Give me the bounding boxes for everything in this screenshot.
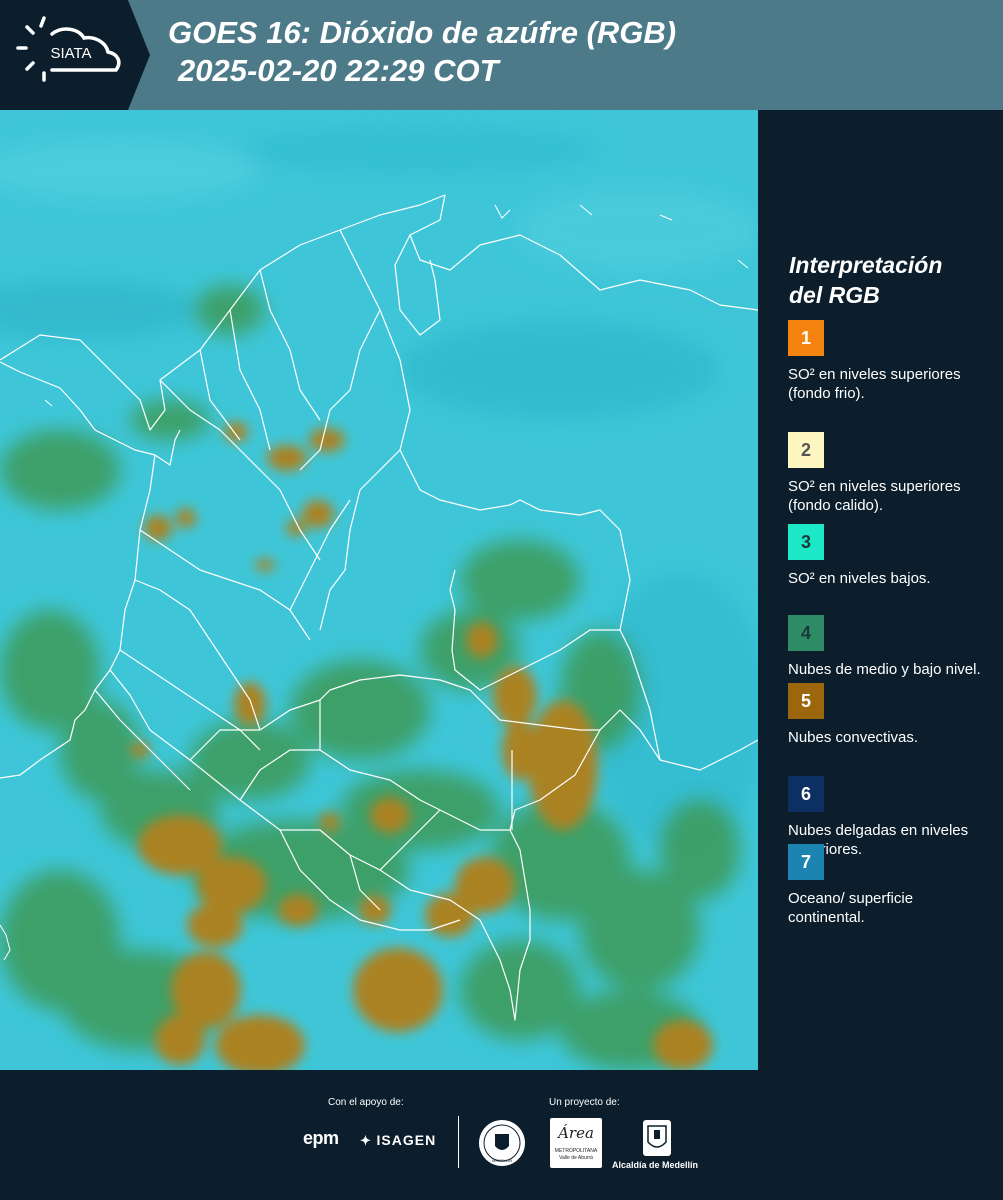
- legend-item: 4 Nubes de medio y bajo nivel.: [788, 615, 988, 679]
- legend-label: SO² en niveles superiores (fondo frio).: [788, 366, 961, 402]
- legend-swatch-3: 3: [788, 524, 824, 560]
- legend-swatch-6: 6: [788, 776, 824, 812]
- legend-swatch-1: 1: [788, 320, 824, 356]
- legend-panel: Interpretación del RGB 1 SO² en niveles s…: [760, 110, 1003, 1070]
- header-bar: SIATA GOES 16: Dióxido de azúfre (RGB) 2…: [0, 0, 1003, 110]
- legend-item: 7 Oceano/ superficie continental.: [788, 844, 988, 927]
- legend-title-line2: del RGB: [789, 282, 880, 308]
- legend-title: Interpretación del RGB: [789, 250, 942, 310]
- area-logo-name: Área: [558, 1124, 594, 1142]
- isagen-icon: ✦: [360, 1133, 377, 1148]
- title-product: GOES 16: Dióxido de azúfre (RGB): [168, 15, 677, 50]
- page-title: GOES 16: Dióxido de azúfre (RGB) 2025-02…: [168, 14, 676, 90]
- project-label: Un proyecto de:: [549, 1097, 620, 1108]
- legend-swatch-2: 2: [788, 432, 824, 468]
- legend-label: Nubes de medio y bajo nivel.: [788, 661, 981, 678]
- legend-item: 1 SO² en niveles superiores (fondo frio).: [788, 320, 988, 403]
- footer-divider: [458, 1116, 459, 1168]
- legend-title-line1: Interpretación: [789, 252, 943, 278]
- legend-swatch-4: 4: [788, 615, 824, 651]
- medellin-seal-logo: MEDELLIN: [478, 1118, 526, 1173]
- area-sub-line2: Valle de Aburrá: [559, 1155, 593, 1161]
- legend-label: SO² en niveles superiores (fondo calido)…: [788, 478, 961, 514]
- siata-logo: SIATA: [0, 0, 150, 110]
- legend-swatch-5: 5: [788, 683, 824, 719]
- legend-swatch-7: 7: [788, 844, 824, 880]
- footer: Con el apoyo de: Un proyecto de: epm ✦ I…: [0, 1070, 1003, 1200]
- epm-logo: epm: [303, 1128, 339, 1148]
- area-metropolitana-logo: Área METROPOLITANA Valle de Aburrá: [550, 1118, 602, 1168]
- isagen-text: ISAGEN: [376, 1132, 437, 1148]
- legend-item: 2 SO² en niveles superiores (fondo calido…: [788, 432, 988, 515]
- legend-label: SO² en niveles bajos.: [788, 570, 931, 587]
- alcaldia-shield-icon: [643, 1120, 671, 1156]
- legend-label: Nubes convectivas.: [788, 729, 919, 746]
- legend-label: Oceano/ superficie continental.: [788, 890, 914, 926]
- siata-logo-text: SIATA: [50, 45, 91, 62]
- legend-item: 3 SO² en niveles bajos.: [788, 524, 988, 588]
- area-logo-subtitle: METROPOLITANA Valle de Aburrá: [550, 1148, 602, 1162]
- satellite-map[interactable]: [0, 110, 758, 1070]
- legend-item: 5 Nubes convectivas.: [788, 683, 988, 747]
- alcaldia-label: Alcaldía de Medellín: [612, 1160, 699, 1170]
- isagen-logo: ✦ ISAGEN: [360, 1132, 436, 1149]
- seal-text: MEDELLIN: [492, 1158, 512, 1163]
- title-timestamp: 2025-02-20 22:29 COT: [178, 53, 499, 88]
- area-sub-line1: METROPOLITANA: [554, 1148, 598, 1154]
- support-label: Con el apoyo de:: [328, 1097, 404, 1108]
- map-svg: [0, 110, 758, 1070]
